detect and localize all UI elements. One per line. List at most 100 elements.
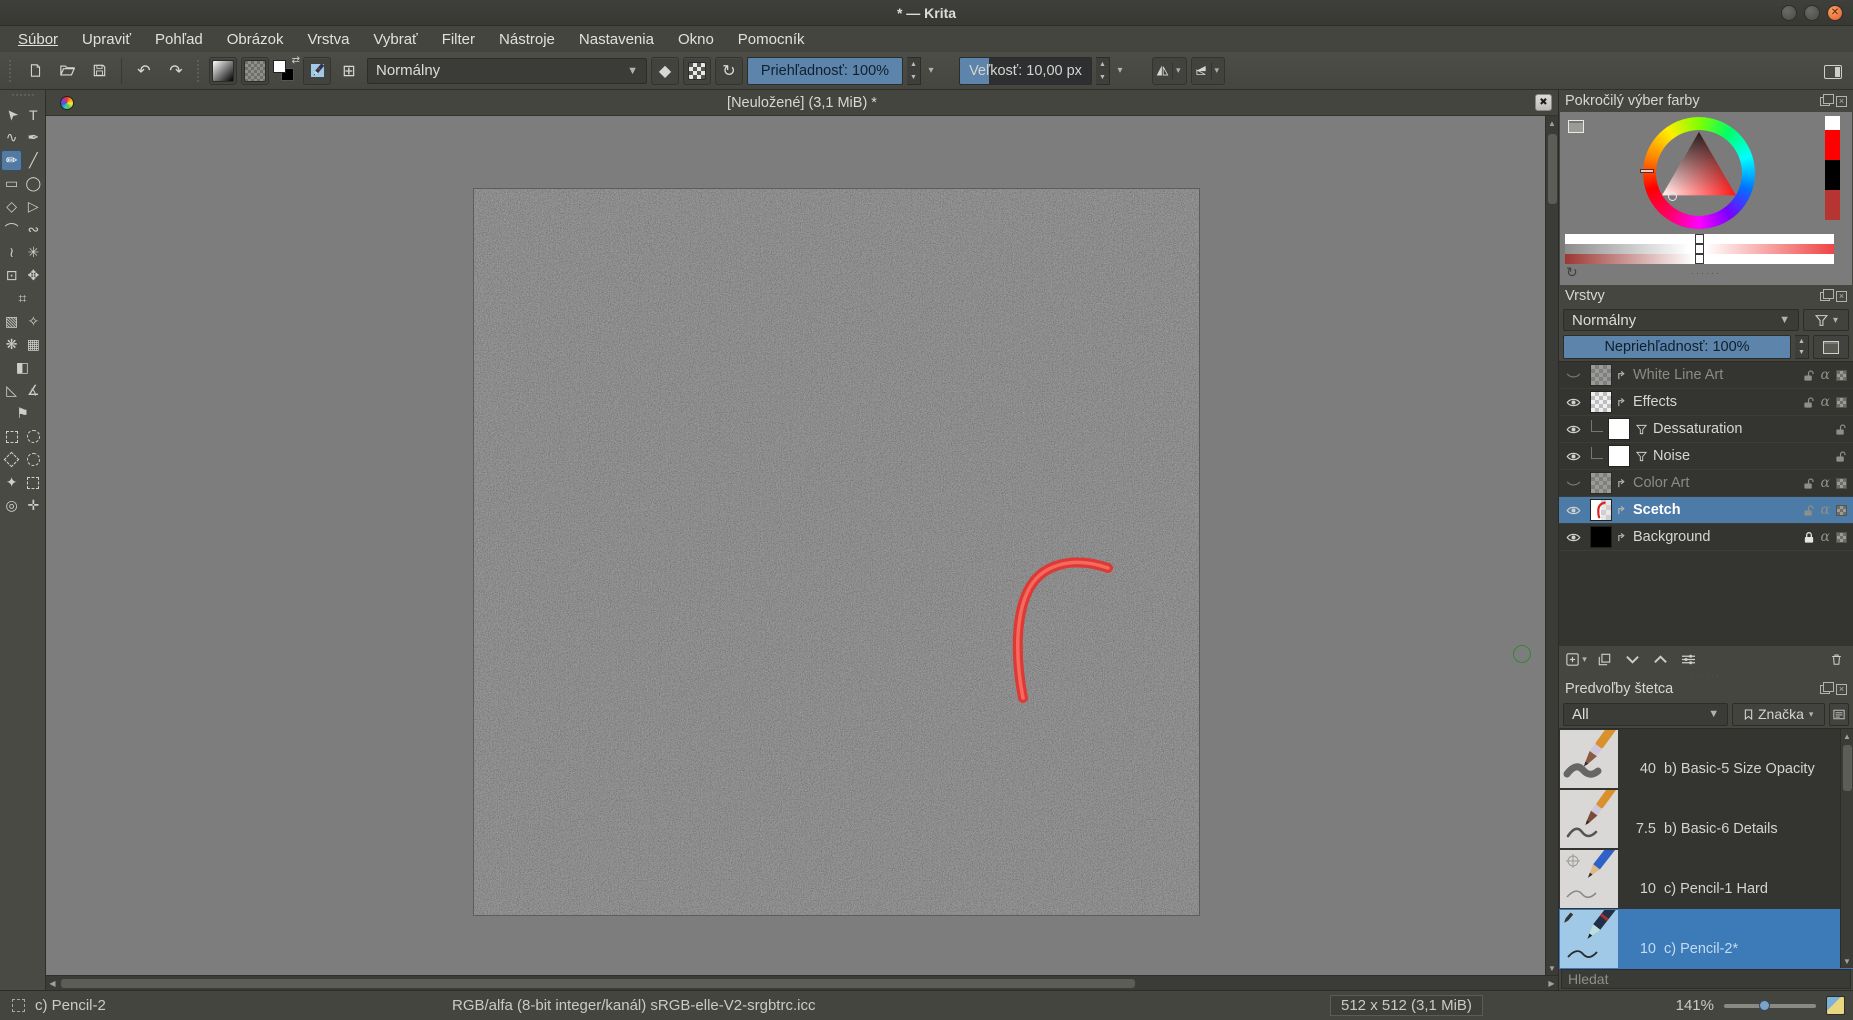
close-docker-icon[interactable]: × [1836, 291, 1847, 302]
layer-row[interactable]: Effectsα [1559, 389, 1853, 416]
menu-item-súbor[interactable]: Súbor [6, 29, 70, 50]
redo-button[interactable]: ↷ [162, 57, 190, 85]
layer-thumbnail[interactable] [1590, 526, 1612, 548]
close-docker-icon[interactable]: × [1836, 96, 1847, 107]
vertical-scroll-thumb[interactable] [1548, 134, 1557, 204]
multibrush-tool[interactable]: ✳ [23, 242, 44, 263]
layer-thumbnail[interactable] [1608, 418, 1630, 440]
bezier-curve-tool[interactable]: ⌒ [1, 219, 22, 240]
layer-style-icon[interactable] [1615, 531, 1629, 544]
layer-thumbnail[interactable] [1590, 499, 1612, 521]
mirror-vertical-button[interactable]: ▾ [1191, 57, 1226, 85]
layer-opacity-spinner[interactable]: ▲▼ [1795, 335, 1809, 359]
assistants-tool[interactable]: ◺ [1, 380, 22, 401]
move-tool[interactable]: ✥ [23, 265, 44, 286]
toolbar-grip[interactable] [9, 60, 14, 82]
similar-select-tool[interactable] [23, 472, 44, 493]
ellipse-tool[interactable]: ◯ [23, 173, 44, 194]
menu-item-filter[interactable]: Filter [430, 29, 487, 50]
delete-layer-button[interactable] [1825, 649, 1847, 669]
size-spinner[interactable]: ▲▼ [1096, 57, 1110, 85]
reload-preset-button[interactable]: ↻ [715, 57, 743, 85]
inherit-alpha-icon[interactable] [1836, 397, 1847, 408]
pattern-edit-tool[interactable]: ▦ [23, 334, 44, 355]
strip-handle[interactable] [1695, 244, 1704, 254]
rect-select-tool[interactable] [1, 426, 22, 447]
menu-item-nastavenia[interactable]: Nastavenia [567, 29, 666, 50]
brush-preset-row[interactable]: 40b) Basic-5 Size Opacity [1559, 729, 1853, 789]
eraser-mode-button[interactable]: ◆ [651, 57, 679, 85]
alpha-lock-icon[interactable]: α [1821, 367, 1830, 383]
layer-visibility-toggle[interactable] [1559, 504, 1587, 517]
choose-brush-preset-grid-button[interactable]: ⊞ [335, 57, 363, 85]
dynamic-brush-tool[interactable]: ≀ [1, 242, 22, 263]
tag-button[interactable]: Značka ▾ [1732, 703, 1825, 726]
chevron-down-icon[interactable]: ▾ [1211, 62, 1223, 80]
toolbar-grip[interactable] [197, 60, 202, 82]
foreground-background-colors[interactable]: ⇄ [273, 58, 299, 84]
gradient-chooser-button[interactable] [209, 57, 237, 85]
layer-filter-button[interactable]: ▾ [1803, 309, 1849, 331]
layer-lock-icon[interactable] [1835, 450, 1847, 463]
layer-style-icon[interactable] [1615, 504, 1629, 517]
layer-style-icon[interactable] [1615, 396, 1629, 409]
strip-handle[interactable] [1695, 254, 1704, 264]
opacity-slider[interactable]: Priehľadnosť: 100% [747, 57, 903, 85]
selection-mode-icon[interactable] [12, 999, 25, 1012]
zoom-slider[interactable] [1724, 1004, 1816, 1008]
color-sampler-tool[interactable]: ✧ [23, 311, 44, 332]
minimize-button[interactable] [1781, 5, 1797, 21]
freehand-path-tool[interactable]: ∾ [23, 219, 44, 240]
layer-lock-icon[interactable] [1835, 423, 1847, 436]
canvas-overview-button[interactable] [1826, 996, 1845, 1015]
swatch-white[interactable] [1825, 116, 1840, 130]
menu-item-upraviť[interactable]: Upraviť [70, 29, 143, 50]
brush-size-slider[interactable]: Veľkosť: 10,00 px [959, 57, 1092, 85]
layer-row[interactable]: Color Artα [1559, 470, 1853, 497]
maximize-button[interactable] [1804, 5, 1820, 21]
layer-blending-mode-select[interactable]: Normálny ▼ [1563, 309, 1799, 331]
horizontal-scroll-thumb[interactable] [61, 979, 1135, 988]
selector-settings-icon[interactable] [1568, 120, 1584, 133]
canvas-viewport[interactable] [46, 116, 1545, 975]
menu-item-nástroje[interactable]: Nástroje [487, 29, 567, 50]
edit-shapes-tool[interactable]: ∿ [1, 127, 22, 148]
move-layer-down-button[interactable] [1621, 649, 1643, 669]
layer-row[interactable]: White Line Artα [1559, 362, 1853, 389]
save-button[interactable] [85, 57, 113, 85]
polyline-tool[interactable]: ▷ [23, 196, 44, 217]
layer-thumbnail[interactable] [1608, 445, 1630, 467]
line-tool[interactable]: ╱ [23, 150, 44, 171]
close-docker-icon[interactable]: × [1836, 684, 1847, 695]
scroll-down-icon[interactable]: ▼ [1546, 961, 1559, 975]
size-options-caret[interactable]: ▾ [1114, 65, 1126, 76]
pattern-chooser-button[interactable] [241, 57, 269, 85]
alpha-lock-icon[interactable]: α [1821, 475, 1830, 491]
foreground-color-swatch[interactable] [273, 60, 286, 73]
horizontal-scrollbar[interactable]: ◀ ▶ [46, 975, 1558, 990]
fill-tool[interactable]: ◧ [12, 357, 33, 378]
inherit-alpha-icon[interactable] [1836, 370, 1847, 381]
layer-visibility-toggle[interactable] [1559, 423, 1587, 436]
strip-handle[interactable] [1695, 234, 1704, 244]
mirror-horizontal-button[interactable]: ▾ [1152, 57, 1187, 85]
layer-row[interactable]: Backgroundα [1559, 524, 1853, 551]
chevron-down-icon[interactable]: ▾ [1172, 62, 1184, 80]
gradient-tool[interactable]: ▧ [1, 311, 22, 332]
toolbox-grip[interactable] [12, 94, 34, 99]
menu-item-okno[interactable]: Okno [666, 29, 726, 50]
measure-tool[interactable]: ∡ [23, 380, 44, 401]
transform-tool[interactable]: ⊡ [1, 265, 22, 286]
layer-thumbnail[interactable] [1590, 364, 1612, 386]
inherit-alpha-icon[interactable] [1836, 532, 1847, 543]
menu-item-obrázok[interactable]: Obrázok [215, 29, 296, 50]
opacity-options-caret[interactable]: ▾ [925, 65, 937, 76]
polygon-select-tool[interactable] [1, 449, 22, 470]
menu-item-pohľad[interactable]: Pohľad [143, 29, 215, 50]
alpha-lock-icon[interactable]: α [1821, 502, 1830, 518]
text-tool[interactable]: T [23, 104, 44, 125]
smart-patch-tool[interactable]: ❋ [1, 334, 22, 355]
inherit-alpha-icon[interactable] [1836, 478, 1847, 489]
document-close-button[interactable]: ✖ [1535, 94, 1552, 111]
blending-mode-select[interactable]: Normálny ▼ [367, 58, 647, 84]
